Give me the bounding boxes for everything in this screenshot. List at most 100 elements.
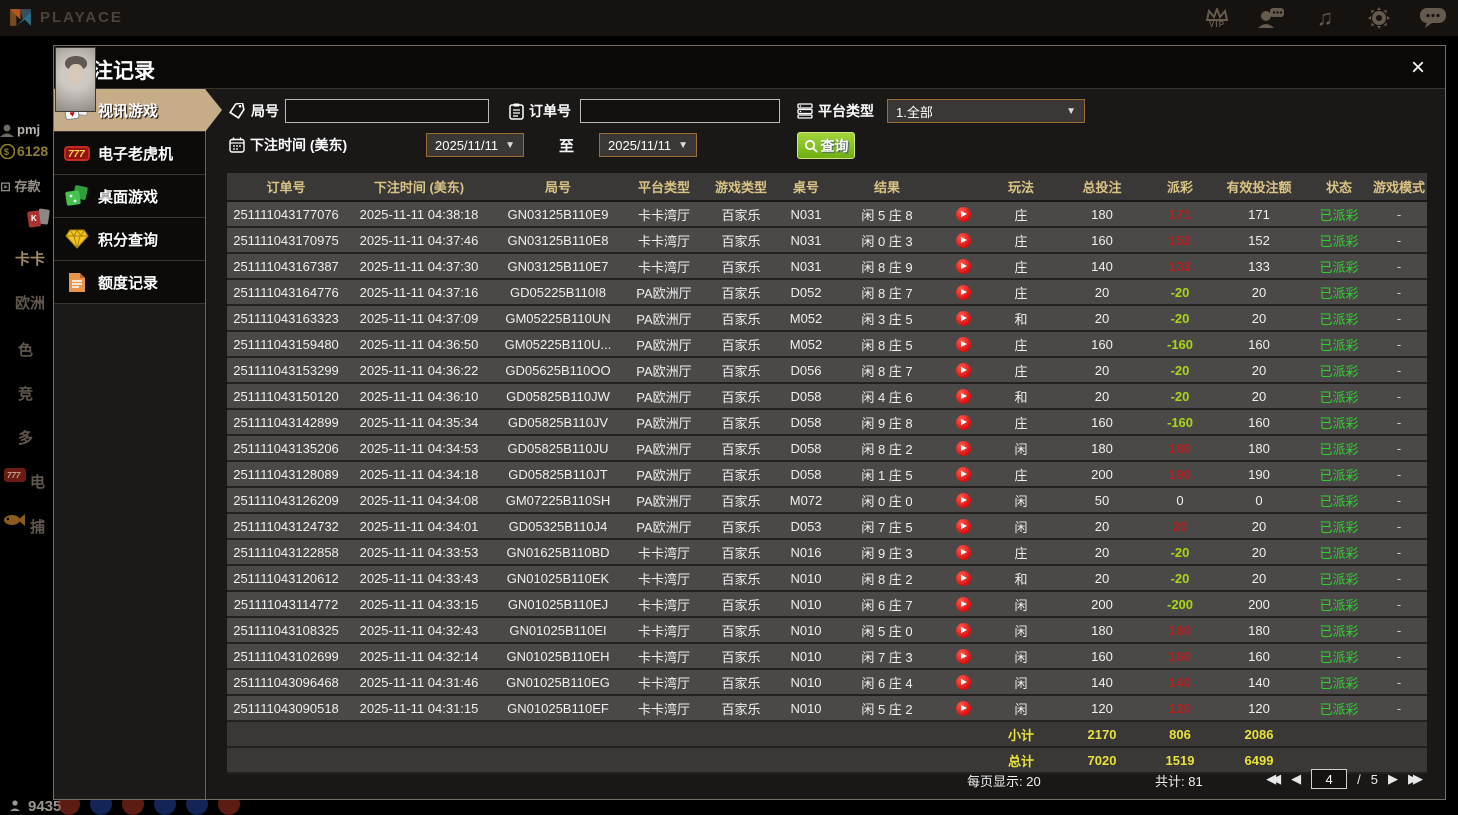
cell-platform: 卡卡湾厅 [623,591,705,618]
replay-play-icon[interactable] [955,441,971,457]
replay-play-icon[interactable] [955,415,971,431]
cell-platform: PA欧洲厅 [623,383,705,410]
sidebar-item-slots[interactable]: 777 电子老虎机 [54,132,205,175]
cell-order-id: 251111043170975 [227,227,345,254]
cell-round: GN01025B110EH [493,643,623,670]
cell-game-type: 百家乐 [705,513,777,540]
cell-game-type: 百家乐 [705,695,777,722]
cell-result: 闲 8 庄 5 [835,331,939,358]
lobby-nav-europe[interactable]: 欧洲 [15,292,45,313]
replay-play-icon[interactable] [955,311,971,327]
lobby-nav-fishing[interactable]: 捕 [30,516,45,537]
cell-valid-bet: 20 [1211,565,1307,592]
replay-play-icon[interactable] [955,701,971,717]
cell-payout: 0 [1149,487,1211,514]
replay-play-icon[interactable] [955,337,971,353]
cell-table-no: N010 [777,669,835,696]
next-page-icon[interactable]: ▶ [1388,768,1398,790]
cell-status: 已派彩 [1307,669,1371,696]
cell-result: 闲 7 庄 3 [835,643,939,670]
cell-game-type: 百家乐 [705,409,777,436]
replay-play-icon[interactable] [955,233,971,249]
table-header-row: 订单号 下注时间 (美东) 局号 平台类型 游戏类型 桌号 结果 玩法 总投注 … [227,173,1427,202]
table-row: 251111043122858 2025-11-11 04:33:53 GN0162… [227,539,1427,566]
music-icon[interactable]: ♫ [1310,3,1340,33]
sidebar-item-points[interactable]: 积分查询 [54,218,205,261]
cell-valid-bet: 20 [1211,357,1307,384]
cell-round: GN03125B110E9 [493,201,623,228]
brand-logo[interactable]: PLAYACE [8,5,123,30]
replay-play-icon[interactable] [955,571,971,587]
replay-play-icon[interactable] [955,493,971,509]
chevron-down-icon: ▼ [678,139,688,151]
first-page-icon[interactable]: ◀◀ [1266,768,1281,790]
cell-payout: 180 [1149,435,1211,462]
replay-play-icon[interactable] [955,545,971,561]
cell-table-no: M072 [777,487,835,514]
cell-valid-bet: 0 [1211,487,1307,514]
cell-payout: 152 [1149,227,1211,254]
replay-play-icon[interactable] [955,597,971,613]
cell-round: GD05825B110JV [493,409,623,436]
cell-status: 已派彩 [1307,643,1371,670]
cell-table-no: N016 [777,539,835,566]
settings-gear-icon[interactable] [1364,3,1394,33]
cell-game-mode: - [1371,435,1427,462]
platform-type-select[interactable]: 1.全部 ▼ [887,99,1085,123]
cell-bet-type: 和 [987,305,1055,332]
cell-round: GD05825B110JT [493,461,623,488]
replay-play-icon[interactable] [955,649,971,665]
cell-bet-time: 2025-11-11 04:36:50 [345,331,493,358]
lobby-nav-dianzi[interactable]: 电 [30,471,45,492]
replay-play-icon[interactable] [955,623,971,639]
sidebar-item-credit-records[interactable]: 额度记录 [54,261,205,304]
deposit-button[interactable]: ⊡ 存款 [0,176,41,195]
cell-bet-time: 2025-11-11 04:37:09 [345,305,493,332]
customer-service-icon[interactable] [1256,3,1286,33]
lobby-nav-duo[interactable]: 多 [18,427,33,448]
round-number-input[interactable] [285,99,489,123]
replay-play-icon[interactable] [955,207,971,223]
replay-play-icon[interactable] [955,467,971,483]
chat-icon[interactable] [1418,3,1448,33]
cell-table-no: N010 [777,643,835,670]
cell-round: GN03125B110E8 [493,227,623,254]
cell-bet-type: 庄 [987,331,1055,358]
replay-play-icon[interactable] [955,285,971,301]
lobby-nav-kaka[interactable]: 卡卡 [15,248,45,269]
vip-icon[interactable]: VIP [1202,3,1232,33]
search-icon [804,139,818,153]
cell-platform: 卡卡湾厅 [623,253,705,280]
coin-icon: $ [0,143,16,162]
cell-result: 闲 8 庄 9 [835,253,939,280]
lobby-nav-jing[interactable]: 竞 [18,383,33,404]
cell-round: GN01025B110EF [493,695,623,722]
cell-game-mode: - [1371,643,1427,670]
svg-text:K: K [31,214,37,223]
lobby-nav-se[interactable]: 色 [18,339,33,360]
table-row: 251111043096468 2025-11-11 04:31:46 GN0102… [227,669,1427,696]
sidebar-item-label: 电子老虎机 [98,145,174,163]
sidebar-item-label: 积分查询 [98,231,159,249]
cell-bet-time: 2025-11-11 04:37:46 [345,227,493,254]
replay-play-icon[interactable] [955,363,971,379]
table-row: 251111043090518 2025-11-11 04:31:15 GN0102… [227,695,1427,722]
replay-play-icon[interactable] [955,259,971,275]
query-button[interactable]: 查询 [797,132,855,159]
page-number-input[interactable] [1311,769,1348,789]
cell-table-no: M052 [777,305,835,332]
avatar [55,47,96,112]
sidebar-item-table-games[interactable]: 桌面游戏 [54,175,205,218]
date-to-select[interactable]: 2025/11/11 ▼ [599,133,697,157]
order-number-input[interactable] [580,99,780,123]
round-number-label: 局号 [229,101,279,121]
replay-play-icon[interactable] [955,519,971,535]
cell-status: 已派彩 [1307,513,1371,540]
close-icon[interactable]: × [1403,53,1433,83]
last-page-icon[interactable]: ▶▶ [1408,768,1423,790]
prev-page-icon[interactable]: ◀ [1291,768,1301,790]
replay-play-icon[interactable] [955,675,971,691]
date-from-select[interactable]: 2025/11/11 ▼ [426,133,524,157]
replay-play-icon[interactable] [955,389,971,405]
col-round: 局号 [493,173,623,202]
